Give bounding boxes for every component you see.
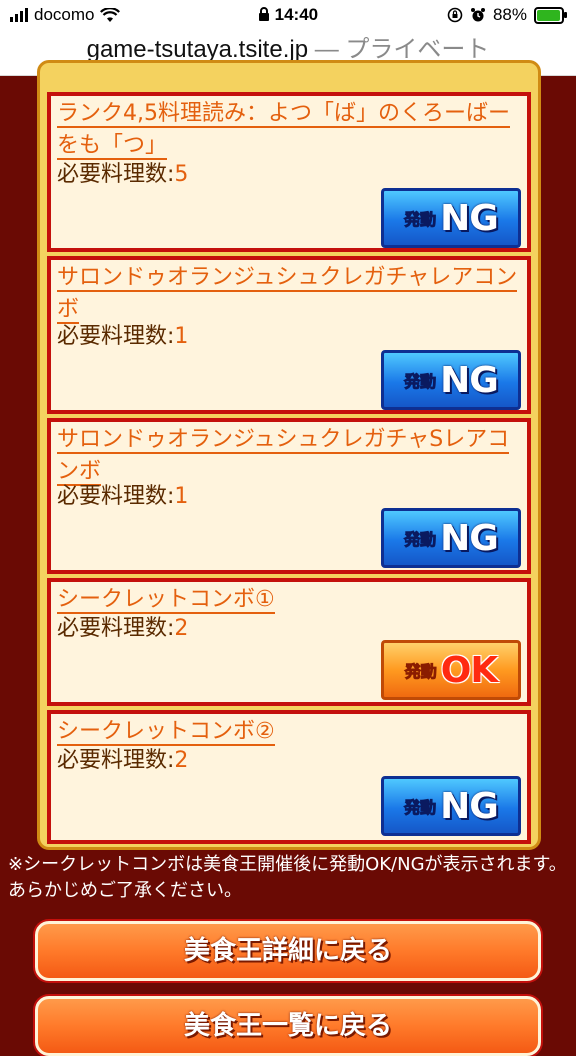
clock: 14:40 <box>274 5 319 24</box>
activation-ng-badge: 発動 NG <box>381 188 521 248</box>
combo-title[interactable]: シークレットコンボ① <box>57 587 275 614</box>
private-label: — プライベート <box>308 36 490 63</box>
required-label: 必要料理数: <box>57 484 175 509</box>
required-label: 必要料理数: <box>57 616 175 641</box>
combo-title-link[interactable]: シークレットコンボ① <box>57 584 519 616</box>
combo-title-link[interactable]: ランク4,5料理読み：よつ「ば」のくろーばーをも「つ」 <box>57 98 519 162</box>
combo-card: ランク4,5料理読み：よつ「ば」のくろーばーをも「つ」 必要料理数:5 発動 NG <box>47 92 531 252</box>
badge-status: NG <box>440 359 499 401</box>
combo-title[interactable]: シークレットコンボ② <box>57 719 275 746</box>
battery-percent: 88% <box>492 5 527 24</box>
badge-prefix: 発動 <box>404 798 437 818</box>
badge-status: OK <box>440 649 498 691</box>
lock-icon <box>258 7 269 21</box>
combo-card: サロンドゥオランジュシュクレガチャレアコンボ 必要料理数:1 発動 NG <box>47 256 531 414</box>
combo-card: シークレットコンボ① 必要料理数:2 発動 OK <box>47 578 531 706</box>
badge-prefix: 発動 <box>404 372 437 392</box>
status-bar: docomo 14:40 88% <box>0 0 576 30</box>
required-count: 5 <box>174 162 189 187</box>
required-count: 1 <box>174 324 189 349</box>
badge-status: NG <box>440 517 499 559</box>
badge-prefix: 発動 <box>404 530 437 550</box>
secret-combo-note: ※シークレットコンボは美食王開催後に発動OK/NGが表示されます。あらかじめご了… <box>8 854 567 901</box>
combo-card: シークレットコンボ② 必要料理数:2 発動 NG <box>47 710 531 844</box>
required-dishes: 必要料理数:5 <box>57 160 188 190</box>
activation-ng-badge: 発動 NG <box>381 508 521 568</box>
required-dishes: 必要料理数:2 <box>57 614 188 644</box>
alarm-icon <box>470 8 485 22</box>
activation-ng-badge: 発動 NG <box>381 350 521 410</box>
required-dishes: 必要料理数:2 <box>57 746 188 776</box>
required-label: 必要料理数: <box>57 162 175 187</box>
combo-title[interactable]: サロンドゥオランジュシュクレガチャSレアコンボ <box>57 427 510 486</box>
status-right: 88% <box>447 5 567 25</box>
required-count: 2 <box>174 616 189 641</box>
battery-charging-icon <box>534 6 567 24</box>
required-count: 2 <box>174 748 189 773</box>
required-label: 必要料理数: <box>57 324 175 349</box>
required-label: 必要料理数: <box>57 748 175 773</box>
required-dishes: 必要料理数:1 <box>57 322 188 352</box>
required-dishes: 必要料理数:1 <box>57 482 188 512</box>
activation-ok-badge: 発動 OK <box>381 640 521 700</box>
url-domain: game-tsutaya.tsite.jp <box>86 36 309 63</box>
combo-title[interactable]: サロンドゥオランジュシュクレガチャレアコンボ <box>57 265 518 324</box>
combo-title[interactable]: ランク4,5料理読み：よつ「ば」のくろーばーをも「つ」 <box>57 101 510 160</box>
badge-status: NG <box>440 197 499 239</box>
orientation-lock-icon <box>447 7 463 23</box>
back-to-list-button[interactable]: 美食王一覧に戻る <box>35 996 541 1056</box>
combo-card: サロンドゥオランジュシュクレガチャSレアコンボ 必要料理数:1 発動 NG <box>47 418 531 574</box>
combo-title-link[interactable]: シークレットコンボ② <box>57 716 519 748</box>
badge-prefix: 発動 <box>404 662 437 682</box>
combo-title-link[interactable]: サロンドゥオランジュシュクレガチャSレアコンボ <box>57 424 519 488</box>
badge-status: NG <box>440 785 499 827</box>
back-to-detail-button[interactable]: 美食王詳細に戻る <box>35 921 541 981</box>
required-count: 1 <box>174 484 189 509</box>
activation-ng-badge: 発動 NG <box>381 776 521 836</box>
combo-title-link[interactable]: サロンドゥオランジュシュクレガチャレアコンボ <box>57 262 519 326</box>
badge-prefix: 発動 <box>404 210 437 230</box>
